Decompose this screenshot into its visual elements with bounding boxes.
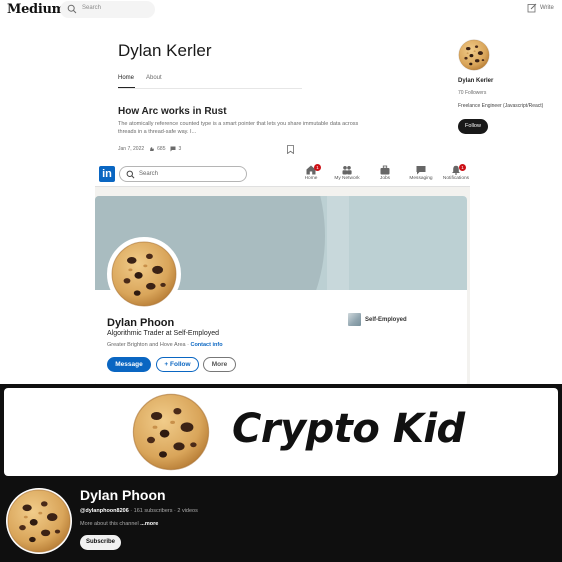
search-placeholder: Search xyxy=(82,5,102,11)
more-link[interactable]: ...more xyxy=(140,521,158,527)
company-logo xyxy=(348,313,361,326)
more-button[interactable]: More xyxy=(203,357,236,372)
search-placeholder: Search xyxy=(139,171,159,177)
comment-icon xyxy=(170,146,176,152)
search-icon xyxy=(67,4,77,14)
write-label: Write xyxy=(540,5,554,11)
clap-icon xyxy=(150,147,155,151)
nav-messaging[interactable]: Messaging xyxy=(403,165,439,185)
briefcase-icon xyxy=(380,165,390,175)
clap-count[interactable]: 685 xyxy=(149,146,165,152)
channel-banner: Crypto Kid xyxy=(4,388,558,476)
channel-about[interactable]: More about this channel ...more xyxy=(80,521,158,527)
notification-badge: 1 xyxy=(459,164,466,171)
youtube-avatar[interactable] xyxy=(6,488,72,554)
nav-my-network[interactable]: My Network xyxy=(329,165,365,185)
follow-button[interactable]: Follow xyxy=(458,119,488,134)
youtube-screenshot: Crypto Kid Dylan Phoon @dylanphoon8206 ·… xyxy=(0,384,562,562)
nav-label: Jobs xyxy=(379,176,391,181)
channel-name: Dylan Phoon xyxy=(80,487,166,503)
write-icon xyxy=(527,3,537,13)
comment-number: 3 xyxy=(178,146,182,152)
nav-label: Home xyxy=(304,176,318,181)
notification-badge: 1 xyxy=(314,164,321,171)
active-tab-indicator xyxy=(118,87,135,88)
company-name: Self-Employed xyxy=(365,316,407,323)
profile-card: Dylan Phoon Algorithmic Trader at Self-E… xyxy=(95,196,467,386)
banner-title: Crypto Kid xyxy=(232,406,465,452)
location-text: Greater Brighton and Hove Area xyxy=(107,342,186,348)
linkedin-profile-name: Dylan Phoon xyxy=(107,317,175,329)
tab-about[interactable]: About xyxy=(146,75,162,81)
follower-count[interactable]: 70 Followers xyxy=(458,90,486,96)
channel-handle-stats: @dylanphoon8206 · 161 subscribers · 2 vi… xyxy=(80,508,198,514)
tab-home[interactable]: Home xyxy=(118,75,134,81)
nav-home[interactable]: 1 Home xyxy=(293,164,329,185)
message-button[interactable]: Message xyxy=(107,357,151,372)
clap-number: 685 xyxy=(157,146,166,152)
article-date: Jan 7, 2022 xyxy=(118,146,145,152)
channel-handle: @dylanphoon8206 xyxy=(80,508,129,514)
sidebar-bio: Freelance Engineer (Javascript/React) xyxy=(458,103,544,109)
search-icon xyxy=(126,170,135,179)
message-icon xyxy=(416,166,426,175)
medium-search-input[interactable]: Search xyxy=(60,1,155,18)
nav-jobs[interactable]: Jobs xyxy=(367,165,403,185)
tab-divider xyxy=(118,88,302,89)
article-title[interactable]: How Arc works in Rust xyxy=(118,106,227,117)
nav-label: Messaging xyxy=(409,176,433,181)
medium-logo[interactable]: Medium xyxy=(7,2,65,17)
linkedin-search-input[interactable]: Search xyxy=(119,166,247,182)
profile-headline: Algorithmic Trader at Self-Employed xyxy=(107,330,220,337)
cookie-image xyxy=(131,392,211,472)
contact-info-link[interactable]: Contact info xyxy=(190,342,222,348)
network-icon xyxy=(342,166,352,175)
subscribe-button[interactable]: Subscribe xyxy=(80,535,121,550)
article-description[interactable]: The atomically reference counted type is… xyxy=(118,121,378,136)
channel-stats: · 161 subscribers · 2 videos xyxy=(128,508,198,514)
medium-header: Medium Search Write xyxy=(0,0,562,20)
follow-button[interactable]: + Follow xyxy=(156,357,199,372)
comment-count[interactable]: 3 xyxy=(170,146,181,152)
nav-label: My Network xyxy=(334,176,360,181)
bookmark-icon[interactable] xyxy=(287,145,294,154)
medium-avatar[interactable] xyxy=(458,39,490,71)
nav-notifications[interactable]: 1 Notifications xyxy=(438,164,474,185)
profile-location: Greater Brighton and Hove Area · Contact… xyxy=(107,342,223,348)
about-text: More about this channel xyxy=(80,521,141,527)
linkedin-logo[interactable]: in xyxy=(99,166,115,182)
linkedin-screenshot: in Search 1 Home My Network Jobs Messagi… xyxy=(95,162,470,387)
banner-stripe xyxy=(327,196,349,290)
linkedin-navbar: in Search 1 Home My Network Jobs Messagi… xyxy=(95,162,470,187)
article-meta: Jan 7, 2022 685 3 xyxy=(118,146,181,152)
linkedin-avatar[interactable] xyxy=(107,237,181,311)
write-button[interactable]: Write xyxy=(527,3,562,15)
sidebar-name[interactable]: Dylan Kerler xyxy=(458,78,493,84)
profile-name: Dylan Kerler xyxy=(118,41,212,60)
current-company[interactable]: Self-Employed xyxy=(348,313,407,326)
nav-label: Notifications xyxy=(442,176,470,181)
